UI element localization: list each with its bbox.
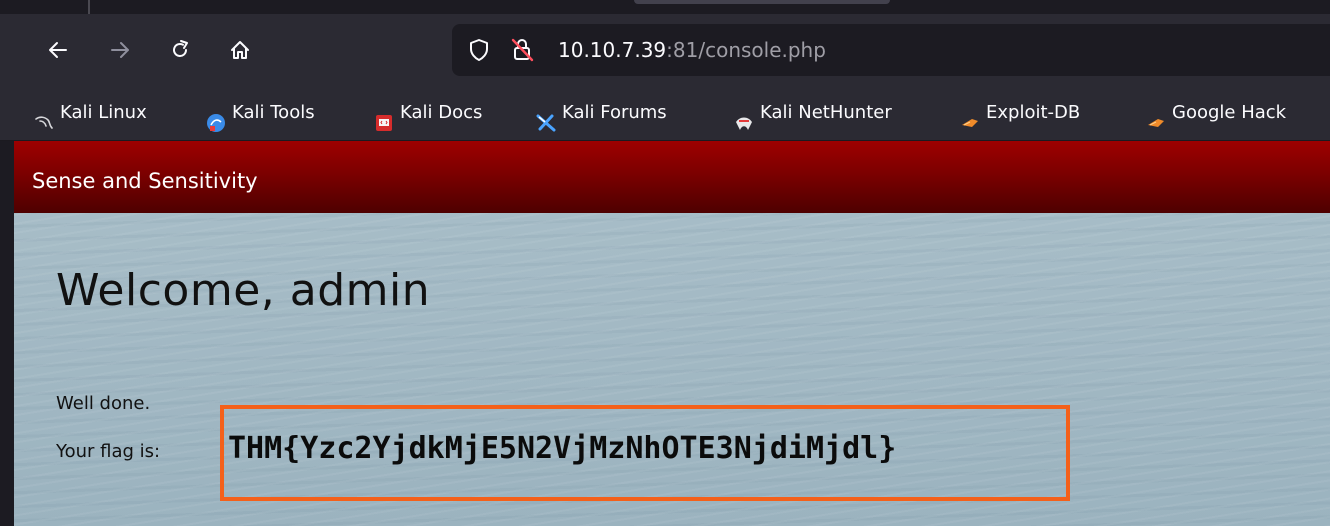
bookmark-label: Google Hack xyxy=(1172,102,1287,123)
kali-forums-icon xyxy=(536,101,556,132)
home-icon xyxy=(231,41,249,59)
active-tab[interactable] xyxy=(634,0,890,4)
reload-button[interactable] xyxy=(164,34,196,66)
arrow-left-icon xyxy=(49,42,67,58)
bookmark-label: Exploit-DB xyxy=(986,102,1081,123)
bookmark-kali-forums[interactable]: Kali Forums xyxy=(536,86,667,140)
bookmark-kali-nethunter[interactable]: Kali NetHunter xyxy=(734,86,892,140)
exploit-db-icon xyxy=(960,101,980,127)
bookmarks-toolbar: Kali Linux Kali Tools Kali Docs Kali For… xyxy=(0,86,1330,141)
bookmark-kali-tools[interactable]: Kali Tools xyxy=(206,86,315,140)
site-header: Sense and Sensitivity xyxy=(14,141,1330,213)
url-bar[interactable]: 10.10.7.39:81/console.php xyxy=(452,24,1330,76)
site-title[interactable]: Sense and Sensitivity xyxy=(32,141,258,221)
bookmark-label: Kali Forums xyxy=(562,102,667,123)
url-text[interactable]: 10.10.7.39:81/console.php xyxy=(558,24,826,76)
bookmark-label: Kali Linux xyxy=(60,102,147,123)
shield-icon[interactable] xyxy=(468,38,490,66)
insecure-lock-icon[interactable] xyxy=(510,37,536,67)
page-content: Sense and Sensitivity Welcome, admin Wel… xyxy=(14,141,1330,526)
browser-window: 10.10.7.39:81/console.php Kali Linux Kal… xyxy=(0,0,1330,526)
kali-tools-icon xyxy=(206,101,226,132)
google-hacking-icon xyxy=(1146,101,1166,127)
bookmark-exploit-db[interactable]: Exploit-DB xyxy=(960,86,1080,140)
url-path: :81/console.php xyxy=(666,38,826,62)
arrow-right-icon xyxy=(111,42,129,58)
bookmark-kali-linux[interactable]: Kali Linux xyxy=(34,86,147,140)
url-host: 10.10.7.39 xyxy=(558,38,667,62)
flag-highlight-box xyxy=(220,405,1070,501)
bookmark-label: Kali NetHunter xyxy=(760,102,892,123)
flag-label: Your flag is: xyxy=(56,441,161,462)
tab-strip xyxy=(0,0,1330,14)
bookmark-google-hacking[interactable]: Google Hack xyxy=(1146,86,1286,140)
home-button[interactable] xyxy=(224,34,256,66)
kali-nethunter-icon xyxy=(734,101,754,130)
bookmark-label: Kali Tools xyxy=(232,102,315,123)
back-button[interactable] xyxy=(42,34,74,66)
reload-icon xyxy=(173,40,188,57)
kali-dragon-icon xyxy=(34,101,54,129)
bookmark-label: Kali Docs xyxy=(400,102,483,123)
success-message: Well done. xyxy=(56,393,151,414)
tab-separator xyxy=(88,0,90,14)
forward-button[interactable] xyxy=(104,34,136,66)
kali-docs-icon xyxy=(374,101,394,131)
navigation-toolbar: 10.10.7.39:81/console.php xyxy=(0,14,1330,86)
bookmark-kali-docs[interactable]: Kali Docs xyxy=(374,86,482,140)
page-heading: Welcome, admin xyxy=(56,265,431,316)
